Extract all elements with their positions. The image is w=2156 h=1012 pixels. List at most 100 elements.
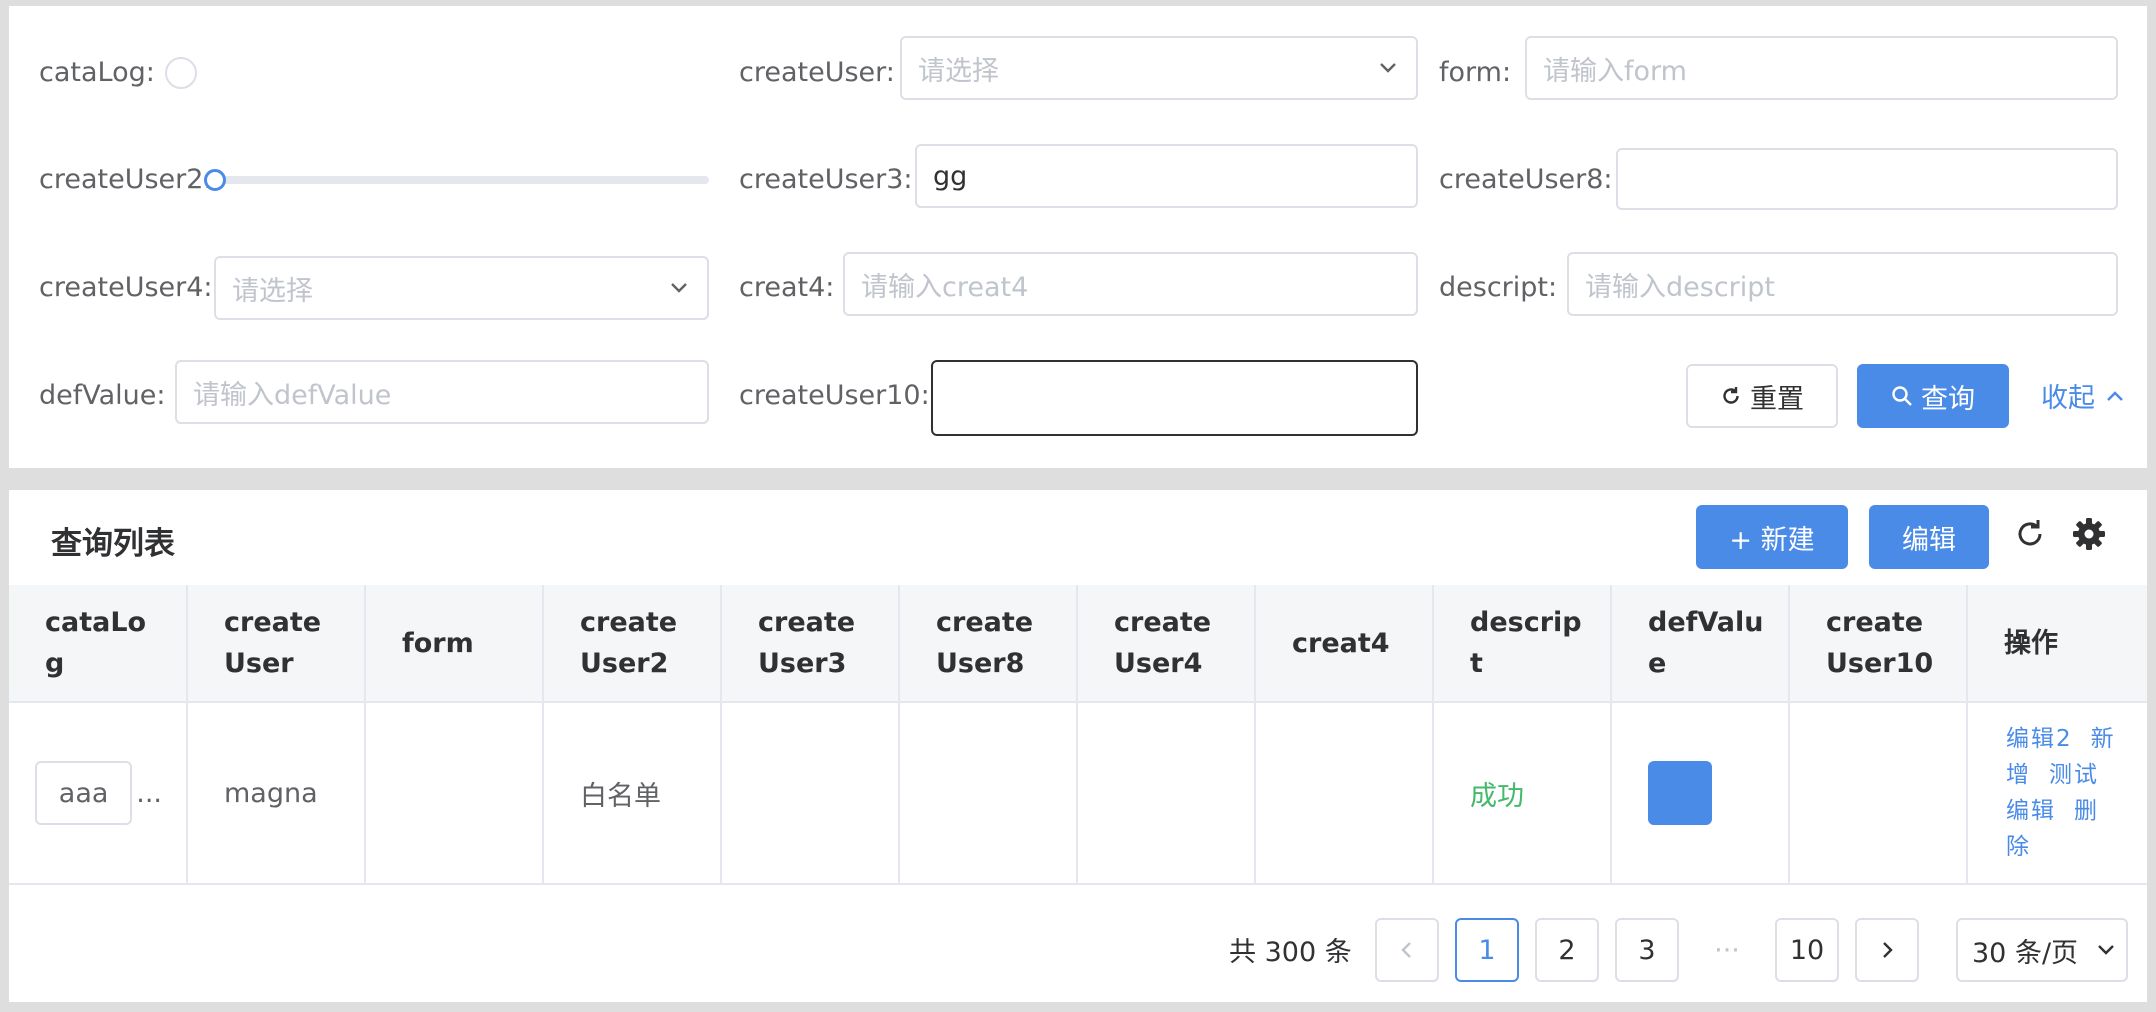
cell-form xyxy=(366,703,544,883)
column-header[interactable]: createUser8 xyxy=(900,585,1078,701)
prev-page-button[interactable] xyxy=(1375,918,1439,982)
create-user2-value: 白名单 xyxy=(580,780,661,812)
create-user-label: createUser: xyxy=(739,56,895,88)
cell-def-value xyxy=(1612,703,1790,883)
new-label: + 新建 xyxy=(1729,524,1815,556)
new-button[interactable]: + 新建 xyxy=(1696,505,1848,569)
column-header[interactable]: creat4 xyxy=(1256,585,1434,701)
page-1[interactable]: 1 xyxy=(1455,918,1519,982)
create-user3-value: gg xyxy=(933,160,968,192)
test-link[interactable]: 测试 xyxy=(2049,762,2099,788)
column-header[interactable]: createUser2 xyxy=(544,585,722,701)
edit-link[interactable]: 编辑 xyxy=(2006,798,2056,824)
search-icon xyxy=(1892,386,1912,406)
reset-button[interactable]: 重置 xyxy=(1686,364,1838,428)
creat4-input[interactable]: 请输入creat4 xyxy=(843,252,1418,316)
create-user3-field: createUser3: xyxy=(739,147,913,211)
cell-create-user8 xyxy=(900,703,1078,883)
settings-icon[interactable] xyxy=(2072,517,2106,551)
create-user-value: magna xyxy=(224,777,318,809)
next-page-button[interactable] xyxy=(1855,918,1919,982)
catalog-radio[interactable] xyxy=(165,57,197,89)
page-2[interactable]: 2 xyxy=(1535,918,1599,982)
column-header[interactable]: createUser xyxy=(188,585,366,701)
cell-create-user2: 白名单 xyxy=(544,703,722,883)
reset-label: 重置 xyxy=(1750,383,1804,415)
page-more[interactable]: ··· xyxy=(1695,918,1759,982)
cell-operations: 编辑2 新增 测试编辑 删除 xyxy=(1968,703,2147,883)
ellipsis-text: ... xyxy=(136,777,162,809)
chevron-left-icon xyxy=(1401,942,1411,958)
creat4-placeholder: 请输入creat4 xyxy=(861,271,1029,303)
create-user2-slider[interactable] xyxy=(214,176,709,184)
create-user10-field: createUser10: xyxy=(739,363,930,427)
column-header: 操作 xyxy=(2004,627,2058,659)
edit-label: 编辑 xyxy=(1902,524,1956,556)
catalog-label: cataLog: xyxy=(39,56,155,88)
def-value-label: defValue: xyxy=(39,379,166,411)
collapse-button[interactable]: 收起 xyxy=(2041,376,2125,415)
cell-creat4 xyxy=(1256,703,1434,883)
cell-create-user10 xyxy=(1790,703,1968,883)
column-header[interactable]: form xyxy=(366,585,544,701)
create-user8-label: createUser8: xyxy=(1439,163,1613,195)
form-placeholder: 请输入form xyxy=(1543,55,1687,87)
cell-create-user3 xyxy=(722,703,900,883)
search-form: cataLog: createUser: 请选择 form: 请输入form c… xyxy=(9,6,2147,468)
table-row: aaa ... magna 白名单 成功 编辑2 新增 测试编辑 删除 xyxy=(9,703,2147,885)
color-swatch xyxy=(1648,761,1712,825)
table-title: 查询列表 xyxy=(51,526,175,562)
column-header[interactable]: descript xyxy=(1434,585,1612,701)
edit-button[interactable]: 编辑 xyxy=(1869,505,1989,569)
create-user4-label: createUser4: xyxy=(39,271,213,303)
descript-input[interactable]: 请输入descript xyxy=(1567,252,2118,316)
page-size-value: 30 条/页 xyxy=(1972,937,2079,969)
def-value-placeholder: 请输入defValue xyxy=(193,379,392,411)
creat4-label: creat4: xyxy=(739,271,835,303)
def-value-field: defValue: xyxy=(39,363,166,427)
catalog-value[interactable]: aaa xyxy=(35,761,133,825)
column-header[interactable]: createUser3 xyxy=(722,585,900,701)
form-label: form: xyxy=(1439,56,1512,88)
create-user4-select[interactable]: 请选择 xyxy=(214,256,709,320)
catalog-field: cataLog: xyxy=(39,40,155,104)
edit2-link[interactable]: 编辑2 xyxy=(2006,726,2073,752)
create-user8-input[interactable] xyxy=(1616,148,2118,210)
page-10[interactable]: 10 xyxy=(1775,918,1839,982)
chevron-up-icon xyxy=(2107,390,2123,401)
page-size-select[interactable]: 30 条/页 xyxy=(1956,918,2128,982)
def-value-input[interactable]: 请输入defValue xyxy=(175,360,709,424)
create-user3-input[interactable]: gg xyxy=(915,144,1418,208)
column-header[interactable]: cataLog xyxy=(9,585,188,701)
create-user2-field: createUser2: xyxy=(39,147,213,211)
descript-label: descript: xyxy=(1439,271,1558,303)
table-header: cataLog createUser form createUser2 crea… xyxy=(9,585,2147,703)
creat4-field: creat4: xyxy=(739,255,834,319)
create-user-field: createUser: xyxy=(739,40,895,104)
collapse-label: 收起 xyxy=(2041,383,2095,414)
query-button[interactable]: 查询 xyxy=(1857,364,2009,428)
cell-create-user: magna xyxy=(188,703,366,883)
reload-icon[interactable] xyxy=(2013,517,2047,551)
descript-field: descript: xyxy=(1439,255,1557,319)
chevron-right-icon xyxy=(1883,942,1893,958)
create-user3-label: createUser3: xyxy=(739,163,913,195)
query-label: 查询 xyxy=(1921,383,1975,415)
table-panel: 查询列表 + 新建 编辑 cataLog createUser form cre… xyxy=(9,490,2147,1002)
create-user8-field: createUser8: xyxy=(1439,147,1613,211)
create-user-select[interactable]: 请选择 xyxy=(900,36,1418,100)
cell-descript: 成功 xyxy=(1434,703,1612,883)
create-user4-field: createUser4: xyxy=(39,255,213,319)
column-header[interactable]: defValue xyxy=(1612,585,1790,701)
page-3[interactable]: 3 xyxy=(1615,918,1679,982)
slider-handle[interactable] xyxy=(204,169,226,191)
chevron-down-icon xyxy=(671,283,687,293)
form-input[interactable]: 请输入form xyxy=(1525,36,2118,100)
total-count: 共 300 条 xyxy=(1229,937,1352,968)
chevron-down-icon xyxy=(1380,63,1396,73)
column-header[interactable]: createUser4 xyxy=(1078,585,1256,701)
create-user10-input[interactable] xyxy=(931,360,1418,436)
column-header[interactable]: createUser10 xyxy=(1790,585,1968,701)
create-user-placeholder: 请选择 xyxy=(918,55,999,87)
form-field: form: xyxy=(1439,40,1511,104)
